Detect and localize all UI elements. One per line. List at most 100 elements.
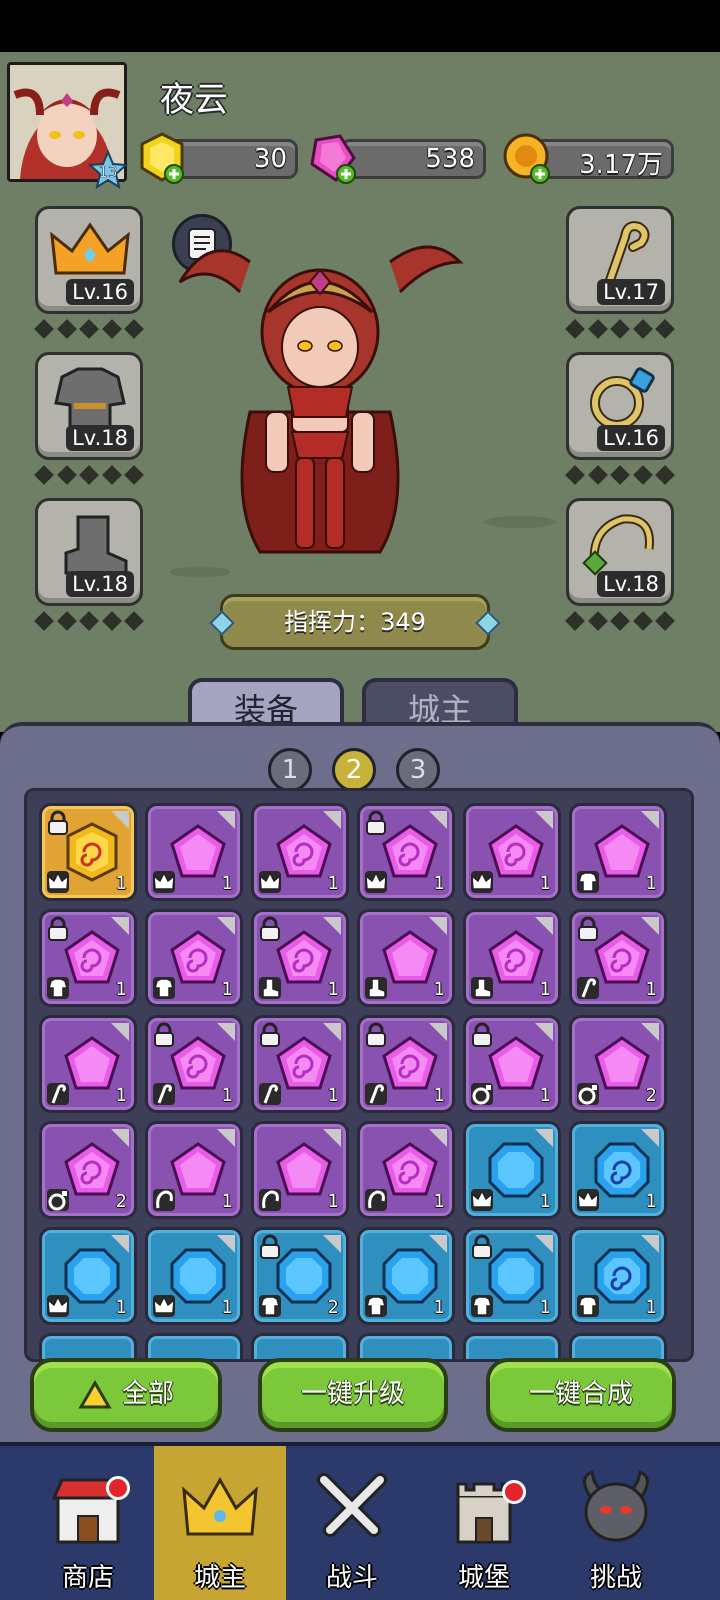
- gem-cell[interactable]: 1: [251, 909, 349, 1007]
- armor-icon: [153, 977, 175, 999]
- equip-slot-boot[interactable]: Lv.18: [35, 498, 143, 606]
- corner-marker: [323, 1129, 341, 1147]
- gem-cell[interactable]: 1: [569, 803, 667, 901]
- corner-marker: [429, 917, 447, 935]
- page-button-2[interactable]: 2: [332, 748, 376, 792]
- gem-count: 1: [539, 979, 551, 1000]
- equip-level: Lv.18: [66, 571, 134, 597]
- purple-gem-icon: [488, 1036, 544, 1090]
- nav-item-challenge[interactable]: 挑战: [550, 1446, 682, 1600]
- gem-cell[interactable]: 1: [357, 909, 455, 1007]
- gem-cell[interactable]: 1: [463, 909, 561, 1007]
- nav-label-challenge: 挑战: [589, 1563, 642, 1593]
- gem-cell[interactable]: 2: [39, 1121, 137, 1219]
- gem-count: 1: [645, 979, 657, 1000]
- gem-cell[interactable]: 1: [569, 1121, 667, 1219]
- gem-cell[interactable]: 1: [251, 803, 349, 901]
- gem-count: 1: [327, 1191, 339, 1212]
- lock-icon: [472, 1022, 492, 1047]
- purple-gem-icon: [64, 1036, 120, 1090]
- equip-slot-crown[interactable]: Lv.16: [35, 206, 143, 314]
- corner-marker: [535, 1023, 553, 1041]
- gem-cell[interactable]: 1: [39, 909, 137, 1007]
- necklace-icon: [582, 514, 654, 576]
- gem-cell[interactable]: 1: [569, 909, 667, 1007]
- page-button-1[interactable]: 1: [268, 748, 312, 792]
- armor-icon: [577, 1295, 599, 1317]
- gem-count: 2: [115, 1191, 127, 1212]
- crown-icon: [471, 871, 493, 893]
- gem-cell[interactable]: 1: [39, 1227, 137, 1325]
- gem-cell[interactable]: 1: [145, 1121, 243, 1219]
- blue-gem-icon: [594, 1248, 650, 1304]
- corner-marker: [535, 811, 553, 829]
- corner-marker: [217, 917, 235, 935]
- corner-marker: [217, 1129, 235, 1147]
- equip-level: Lv.16: [597, 425, 665, 451]
- equip-slot-necklace[interactable]: Lv.18: [566, 498, 674, 606]
- nav-label-lord: 城主: [193, 1563, 246, 1593]
- gem-cell[interactable]: 1: [145, 1015, 243, 1113]
- gem-cell[interactable]: 1: [357, 803, 455, 901]
- gem-cell[interactable]: 1: [39, 1015, 137, 1113]
- page-button-3[interactable]: 3: [396, 748, 440, 792]
- gem-cell[interactable]: 1: [463, 1227, 561, 1325]
- corner-marker: [641, 1023, 659, 1041]
- command-power-value: 指挥力：349: [284, 608, 426, 636]
- crown-icon: [47, 871, 69, 893]
- nav-item-battle[interactable]: 战斗: [286, 1446, 418, 1600]
- gem-cell[interactable]: 1: [357, 1227, 455, 1325]
- gem-count: 1: [115, 979, 127, 1000]
- equip-slot-staff[interactable]: Lv.17: [566, 206, 674, 314]
- crown-icon: [471, 1189, 493, 1211]
- gem-cell[interactable]: 1: [145, 1227, 243, 1325]
- lock-icon: [578, 916, 598, 941]
- boot-icon: [64, 515, 128, 575]
- equip-slot-armor[interactable]: Lv.18: [35, 352, 143, 460]
- corner-marker: [111, 1235, 129, 1253]
- nav-item-lord[interactable]: 城主: [154, 1446, 286, 1600]
- gem-cell[interactable]: 1: [251, 1121, 349, 1219]
- purple-gem-icon: [594, 930, 650, 984]
- gem-cell[interactable]: 1: [145, 803, 243, 901]
- blue-gem-icon: [64, 1248, 120, 1304]
- boot-icon: [259, 977, 281, 999]
- armor-icon: [471, 1295, 493, 1317]
- filter-all-button[interactable]: 全部: [30, 1358, 222, 1432]
- gem-cell[interactable]: 1: [39, 803, 137, 901]
- purple-gem-icon: [276, 824, 332, 878]
- crown-icon: [153, 871, 175, 893]
- gem-cell[interactable]: 1: [463, 803, 561, 901]
- pink-gem-icon[interactable]: [306, 130, 362, 186]
- gem-cell[interactable]: 2: [569, 1015, 667, 1113]
- svg-text:13: 13: [98, 163, 117, 181]
- boot-icon: [365, 977, 387, 999]
- gem-cell[interactable]: 2: [251, 1227, 349, 1325]
- corner-marker: [535, 1129, 553, 1147]
- gem-count: 1: [221, 979, 233, 1000]
- equip-slot-ring[interactable]: Lv.16: [566, 352, 674, 460]
- nav-item-shop[interactable]: 商店: [22, 1446, 154, 1600]
- blue-gem-icon: [382, 1248, 438, 1304]
- gem-cell[interactable]: 1: [145, 909, 243, 1007]
- command-power-banner: 指挥力：349: [209, 594, 501, 650]
- lock-icon: [48, 810, 68, 835]
- gold-bar-icon[interactable]: [134, 130, 190, 186]
- gem-cell[interactable]: 1: [463, 1121, 561, 1219]
- gem-cell[interactable]: 1: [463, 1015, 561, 1113]
- hero-character: [178, 245, 464, 554]
- merge-all-button[interactable]: 一键合成: [486, 1358, 676, 1432]
- upgrade-all-button[interactable]: 一键升级: [258, 1358, 448, 1432]
- gem-cell[interactable]: 1: [251, 1015, 349, 1113]
- gem-cell[interactable]: 1: [357, 1121, 455, 1219]
- gem-cell[interactable]: 1: [357, 1015, 455, 1113]
- bottom-nav: 商店 城主 战斗 城堡 挑战: [0, 1442, 720, 1600]
- purple-gem-icon: [276, 1036, 332, 1090]
- gem-count: 1: [115, 1085, 127, 1106]
- status-bar: [0, 0, 720, 52]
- nav-item-castle[interactable]: 城堡: [418, 1446, 550, 1600]
- gold-coin-icon[interactable]: [500, 130, 556, 186]
- lock-icon: [366, 810, 386, 835]
- crown-icon: [50, 222, 130, 275]
- gem-cell[interactable]: 1: [569, 1227, 667, 1325]
